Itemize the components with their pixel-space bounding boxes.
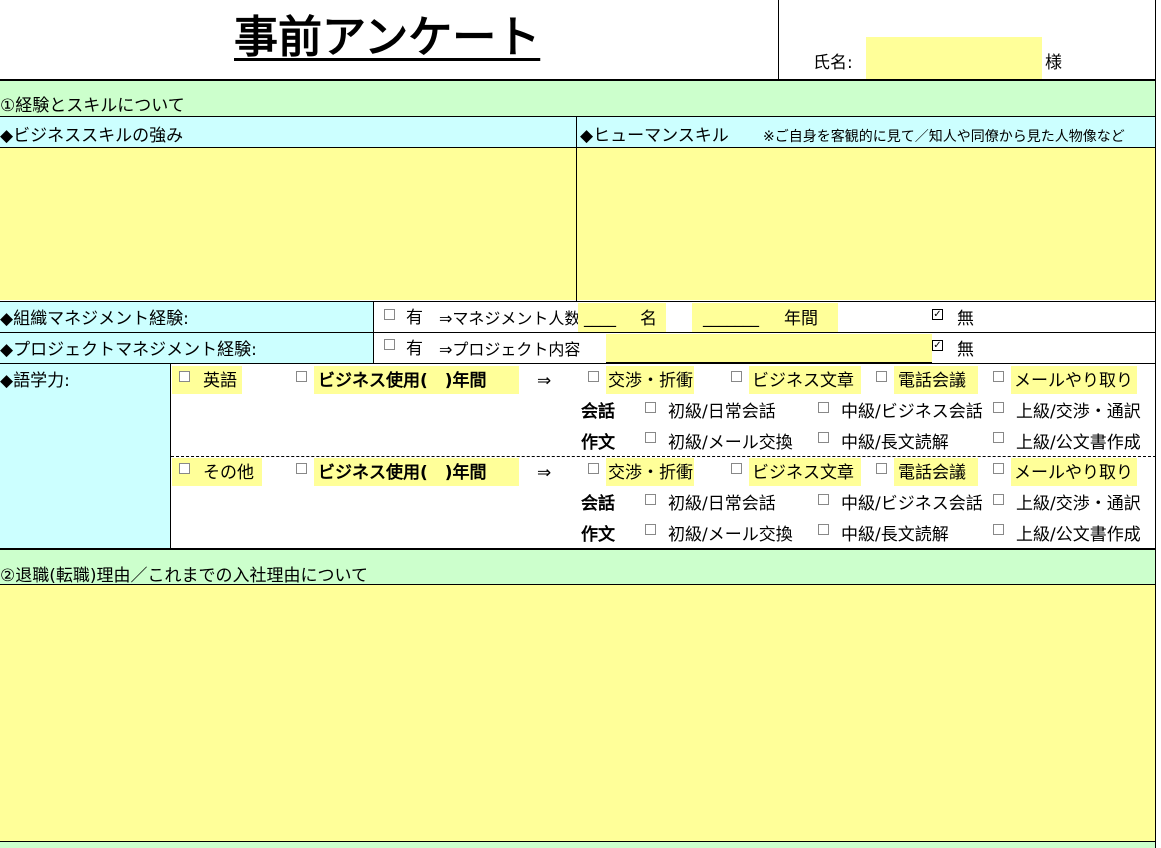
proj-mgmt-yes-label: 有 [406, 339, 423, 359]
section2-input[interactable] [0, 585, 1155, 841]
proj-mgmt-bottom-line [0, 363, 1156, 364]
org-mgmt-years-blank: _______ [703, 308, 759, 327]
business-skill-input[interactable] [0, 148, 576, 300]
proj-mgmt-no-label: 無 [957, 340, 974, 360]
org-mgmt-count-unit: 名 [640, 309, 657, 329]
other-task-checkbox[interactable] [993, 463, 1004, 474]
english-conversation-checkbox[interactable] [818, 402, 829, 413]
other-conversation-option: 初級/日常会話 [668, 494, 776, 514]
other-conversation-label: 会話 [581, 494, 615, 514]
name-suffix: 様 [1045, 53, 1062, 73]
human-skill-label: ◆ヒューマンスキル [580, 126, 729, 146]
other-task-checkbox[interactable] [588, 463, 599, 474]
right-border [1155, 0, 1156, 848]
org-mgmt-label: ◆組織マネジメント経験: [0, 309, 189, 329]
proj-mgmt-yes-checkbox[interactable] [384, 339, 395, 350]
english-task-checkbox[interactable] [993, 371, 1004, 382]
english-task-checkbox[interactable] [731, 371, 742, 382]
section1-header-label: ①経験とスキルについて [0, 96, 185, 116]
proj-mgmt-label: ◆プロジェクトマネジメント経験: [0, 340, 257, 360]
english-conversation-option: 初級/日常会話 [668, 402, 776, 422]
other-conversation-option: 上級/交渉・通訳 [1016, 494, 1141, 514]
title-divider [778, 0, 779, 79]
english-conversation-label: 会話 [581, 402, 615, 422]
other-arrow: ⇒ [537, 463, 552, 483]
english-label: 英語 [203, 371, 237, 391]
other-writing-checkbox[interactable] [818, 524, 829, 535]
language-label: ◆語学力: [0, 371, 70, 391]
other-task-label: 交渉・折衝 [608, 463, 693, 483]
name-label: 氏名: [813, 53, 853, 73]
english-writing-checkbox[interactable] [993, 432, 1004, 443]
other-task-checkbox[interactable] [731, 463, 742, 474]
org-mgmt-yes-label: 有 [406, 308, 423, 328]
other-writing-option: 上級/公文書作成 [1016, 525, 1141, 545]
english-conversation-checkbox[interactable] [993, 402, 1004, 413]
english-writing-option: 初級/メール交換 [668, 433, 793, 453]
org-mgmt-no-checkbox[interactable]: ✓ [932, 309, 943, 320]
other-writing-checkbox[interactable] [993, 524, 1004, 535]
proj-mgmt-content-field[interactable] [606, 334, 932, 363]
org-mgmt-divider [373, 302, 374, 364]
english-writing-option: 上級/公文書作成 [1016, 433, 1141, 453]
org-mgmt-label-cell: ◆組織マネジメント経験: [0, 302, 373, 332]
other-writing-label: 作文 [581, 525, 615, 545]
org-mgmt-arrow-text: ⇒マネジメント人数 [439, 309, 581, 328]
english-business-use-label: ビジネス使用( )年間 [318, 371, 487, 391]
section1-header: ①経験とスキルについて [0, 81, 1155, 116]
section3-header-partial [0, 842, 1155, 848]
english-writing-label: 作文 [581, 433, 615, 453]
other-business-use-checkbox[interactable] [296, 463, 307, 474]
section2-header-label: ②退職(転職)理由／これまでの入社理由について [0, 566, 368, 586]
english-task-label: 交渉・折衝 [608, 371, 693, 391]
english-checkbox[interactable] [179, 371, 190, 382]
other-business-use-label: ビジネス使用( )年間 [318, 463, 487, 483]
name-field[interactable] [866, 37, 1042, 79]
other-label: その他 [203, 463, 254, 483]
page-title: 事前アンケート [234, 12, 541, 63]
other-writing-option: 初級/メール交換 [668, 525, 793, 545]
section2-header: ②退職(転職)理由／これまでの入社理由について [0, 550, 1155, 586]
english-writing-checkbox[interactable] [818, 432, 829, 443]
english-task-checkbox[interactable] [876, 371, 887, 382]
human-skill-note: ※ご自身を客観的に見て／知人や同僚から見た人物像など [763, 129, 1125, 145]
language-dashed-separator [171, 456, 1156, 457]
proj-mgmt-label-cell: ◆プロジェクトマネジメント経験: [0, 333, 373, 364]
language-label-cell: ◆語学力: [0, 364, 170, 548]
english-writing-option: 中級/長文読解 [841, 433, 949, 453]
english-task-checkbox[interactable] [588, 371, 599, 382]
english-task-label: ビジネス文章 [752, 371, 854, 391]
other-task-checkbox[interactable] [876, 463, 887, 474]
other-writing-checkbox[interactable] [645, 524, 656, 535]
english-conversation-checkbox[interactable] [645, 402, 656, 413]
english-conversation-option: 上級/交渉・通訳 [1016, 402, 1141, 422]
business-skill-label: ◆ビジネススキルの強み [0, 126, 184, 146]
org-mgmt-yes-checkbox[interactable] [384, 309, 395, 320]
other-task-label: メールやり取り [1014, 463, 1133, 483]
business-skill-header: ◆ビジネススキルの強み [0, 117, 576, 147]
other-checkbox[interactable] [179, 463, 190, 474]
proj-mgmt-arrow-text: ⇒プロジェクト内容 [439, 340, 581, 359]
org-mgmt-no-label: 無 [957, 309, 974, 329]
english-arrow: ⇒ [537, 371, 552, 391]
other-task-label: ビジネス文章 [752, 463, 854, 483]
other-conversation-checkbox[interactable] [993, 494, 1004, 505]
english-task-label: 電話会議 [898, 371, 966, 391]
other-conversation-checkbox[interactable] [645, 494, 656, 505]
other-writing-option: 中級/長文読解 [841, 525, 949, 545]
human-skill-input[interactable] [577, 148, 1155, 300]
english-business-use-checkbox[interactable] [296, 371, 307, 382]
english-writing-checkbox[interactable] [645, 432, 656, 443]
other-conversation-option: 中級/ビジネス会話 [841, 494, 983, 514]
org-mgmt-years-unit: 年間 [784, 309, 818, 329]
other-task-label: 電話会議 [898, 463, 966, 483]
english-conversation-option: 中級/ビジネス会話 [841, 402, 983, 422]
english-task-label: メールやり取り [1014, 371, 1133, 391]
org-mgmt-count-blank: ____ [584, 308, 616, 327]
other-conversation-checkbox[interactable] [818, 494, 829, 505]
human-skill-header: ◆ヒューマンスキル ※ご自身を客観的に見て／知人や同僚から見た人物像など [577, 117, 1155, 147]
proj-mgmt-no-checkbox[interactable]: ✓ [932, 340, 943, 351]
